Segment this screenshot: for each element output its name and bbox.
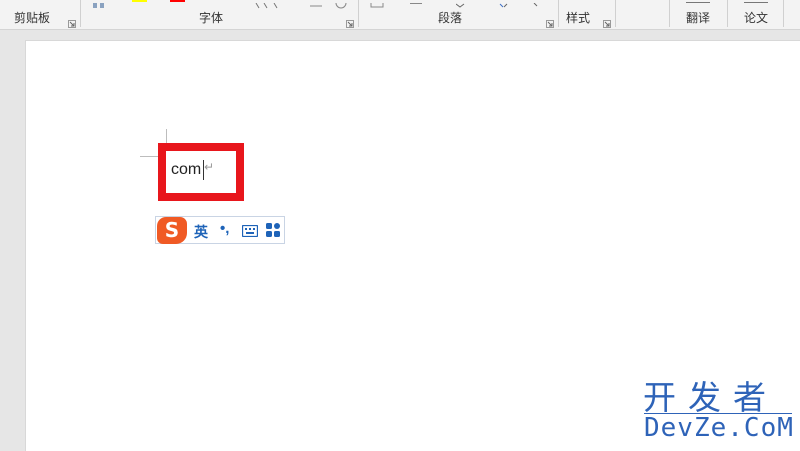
group-translate-label: 翻译	[686, 11, 711, 25]
border-icon[interactable]	[310, 0, 350, 9]
paragraph-style-icon[interactable]	[370, 0, 384, 8]
paragraph-launcher-icon[interactable]	[546, 15, 554, 28]
ribbon-separator	[669, 0, 670, 27]
grid-menu-icon[interactable]	[266, 223, 280, 242]
styles-launcher-icon[interactable]	[603, 15, 611, 28]
highlight-color-swatch[interactable]	[132, 0, 147, 2]
font-size-icon[interactable]	[254, 0, 284, 9]
ribbon-separator	[358, 0, 359, 27]
watermark-chinese: 开发者	[643, 378, 778, 417]
format-painter-icon[interactable]	[92, 0, 106, 8]
translate-icon[interactable]	[686, 2, 710, 3]
ribbon-separator	[615, 0, 616, 27]
group-paper-label: 论文	[744, 11, 769, 25]
ribbon-separator	[727, 0, 728, 27]
group-font-label: 字体	[199, 11, 224, 25]
document-text[interactable]: com	[171, 161, 201, 179]
ime-toolbar[interactable]: S 英 •,	[155, 216, 285, 244]
font-launcher-icon[interactable]	[346, 15, 354, 28]
ribbon-toolbar: 剪贴板 字体 段落 样式 翻译 论文	[0, 0, 800, 30]
align-icon[interactable]	[410, 3, 422, 4]
font-color-swatch[interactable]	[170, 0, 185, 2]
styles-arrow-icon[interactable]	[532, 0, 540, 7]
ribbon-separator	[558, 0, 559, 27]
ribbon-separator	[783, 0, 784, 27]
ime-language-toggle[interactable]: 英	[194, 222, 208, 242]
clipboard-launcher-icon[interactable]	[68, 15, 76, 28]
ime-punctuation-toggle[interactable]: •,	[220, 220, 229, 237]
group-paragraph-label: 段落	[438, 11, 463, 25]
watermark-english: DevZe.CoM	[644, 413, 794, 443]
line-spacing-icon[interactable]	[455, 0, 512, 8]
paper-icon[interactable]	[744, 2, 768, 3]
sogou-logo-icon[interactable]: S	[157, 217, 187, 244]
keyboard-icon[interactable]	[241, 224, 259, 242]
paragraph-mark: ↵	[204, 160, 215, 174]
group-styles-label: 样式	[566, 11, 591, 25]
ribbon-separator	[80, 0, 81, 27]
group-clipboard-label: 剪贴板	[14, 11, 51, 25]
